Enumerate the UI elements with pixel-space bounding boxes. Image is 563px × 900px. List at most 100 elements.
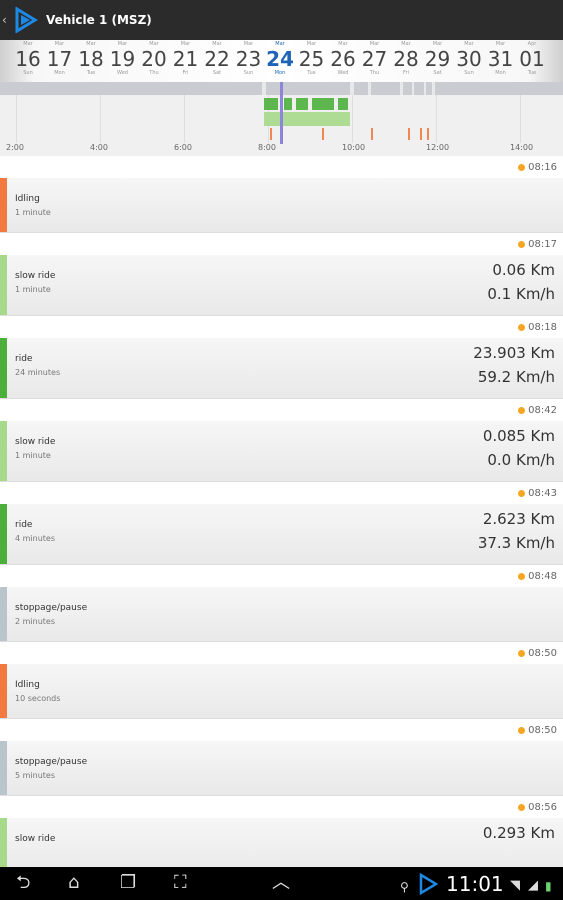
timeline-band-gap [412, 82, 414, 95]
timeline-activity-segment[interactable] [312, 98, 334, 110]
timestamp-text: 08:50 [528, 647, 557, 659]
app-logo-icon[interactable] [12, 7, 38, 33]
app-notification-icon [419, 873, 438, 895]
event-duration: 24 minutes [15, 368, 61, 377]
date-item[interactable]: Mar 22 Sat [201, 40, 233, 76]
event-distance: 23.903 Km [473, 344, 555, 362]
date-day-number: 27 [361, 47, 388, 71]
timestamp-dot-icon [518, 803, 526, 811]
timestamp-text: 08:56 [528, 801, 557, 813]
back-nav-icon[interactable]: ⮌ [16, 873, 30, 893]
date-item[interactable]: Mar 30 Sun [453, 40, 485, 76]
date-day-number: 20 [141, 47, 167, 71]
day-timeline[interactable]: 2:00 4:00 6:00 8:00 10:00 12:00 14:00 [0, 82, 563, 156]
timeline-activity-segment[interactable] [408, 128, 410, 140]
date-item[interactable]: Apr 01 Tue [516, 40, 548, 76]
event-duration: 1 minute [15, 208, 51, 217]
event-duration: 1 minute [15, 285, 51, 294]
date-picker-strip[interactable]: Mar 16 Sun Mar 17 Mon Mar 18 Tue Mar 19 Wed Mar 20 Thu… [0, 40, 563, 82]
screenshot-icon[interactable]: ⛶ [174, 873, 187, 893]
event-timestamp: 08:17 [0, 233, 563, 255]
timeline-hour-gridline [520, 95, 521, 143]
date-item[interactable]: Mar 31 Mon [485, 40, 517, 76]
timeline-band-gap [432, 82, 435, 95]
date-day-number: 29 [424, 47, 451, 71]
event-duration: 4 minutes [15, 534, 56, 543]
date-item[interactable]: Mar 25 Tue [296, 40, 328, 76]
date-day-number: 26 [330, 47, 356, 71]
event-type-label: slow ride [15, 271, 56, 281]
timestamp-dot-icon [518, 489, 526, 497]
timestamp-text: 08:42 [528, 404, 557, 416]
timestamp-dot-icon [518, 323, 526, 331]
timeline-activity-segment[interactable] [264, 98, 278, 110]
event-type-color-bar [0, 338, 7, 398]
event-row[interactable]: stoppage/pause 2 minutes [0, 587, 563, 642]
timeline-activity-segment[interactable] [420, 128, 422, 140]
timestamp-text: 08:18 [528, 321, 557, 333]
event-row[interactable]: ride 4 minutes 2.623 Km 37.3 Km/h [0, 504, 563, 565]
date-day-number: 21 [172, 47, 199, 71]
event-type-color-bar [0, 255, 7, 315]
event-row[interactable]: Idling 1 minute [0, 178, 563, 233]
event-row[interactable]: slow ride 1 minute 0.06 Km 0.1 Km/h [0, 255, 563, 316]
timeline-activity-segment[interactable] [296, 98, 308, 110]
date-item-selected[interactable]: Mar 24 Mon [264, 40, 296, 76]
event-distance: 0.293 Km [482, 824, 555, 842]
event-type-label: Idling [15, 680, 40, 690]
event-type-color-bar [0, 741, 7, 795]
timestamp-dot-icon [518, 240, 526, 248]
timeline-activity-segment[interactable] [427, 128, 429, 140]
timeline-hour-gridline [16, 95, 17, 143]
date-item[interactable]: Mar 27 Thu [359, 40, 391, 76]
battery-icon: ▮ [545, 879, 552, 893]
timeline-hour-label: 8:00 [258, 143, 276, 152]
event-average-speed: 37.3 Km/h [477, 534, 555, 552]
timeline-activity-segment[interactable] [322, 128, 324, 140]
date-day-number: 23 [235, 47, 262, 71]
timeline-hour-gridline [184, 95, 185, 143]
event-distance: 0.06 Km [492, 261, 555, 279]
page-title: Vehicle 1 (MSZ) [46, 13, 152, 27]
system-navigation-bar: ⮌ ⌂ ❐ ⛶ ︿ ⚲ 11:01 ◥ ◢ ▮ [0, 867, 563, 900]
date-item[interactable]: Mar 23 Sun [233, 40, 265, 76]
event-row[interactable]: ride 24 minutes 23.903 Km 59.2 Km/h [0, 338, 563, 399]
timeline-activity-segment[interactable] [270, 128, 272, 140]
expand-up-icon[interactable]: ︿ [272, 873, 290, 893]
date-item[interactable]: Mar 28 Fri [390, 40, 422, 76]
date-item[interactable]: Mar 17 Mon [44, 40, 76, 76]
event-duration: 5 minutes [15, 771, 56, 780]
event-average-speed: 0.1 Km/h [487, 285, 555, 303]
timeline-activity-segment[interactable] [284, 98, 292, 110]
timestamp-dot-icon [518, 726, 526, 734]
event-timestamp: 08:16 [0, 156, 563, 178]
event-duration: 2 minutes [15, 617, 56, 626]
timeline-activity-segment[interactable] [371, 128, 373, 140]
timeline-cursor[interactable] [280, 82, 283, 144]
timeline-hour-gridline [100, 95, 101, 143]
recent-apps-icon[interactable]: ❐ [120, 873, 136, 893]
timestamp-text: 08:50 [528, 724, 557, 736]
event-list[interactable]: 08:16 Idling 1 minute 08:17 slow ride 1 minut… [0, 156, 563, 867]
date-item[interactable]: Mar 16 Sun [12, 40, 44, 76]
event-row[interactable]: slow ride 1 minute 0.085 Km 0.0 Km/h [0, 421, 563, 482]
event-timestamp: 08:18 [0, 316, 563, 338]
date-item[interactable]: Mar 21 Fri [170, 40, 202, 76]
timeline-hour-label: 14:00 [510, 143, 534, 152]
date-item[interactable]: Mar 18 Tue [75, 40, 107, 76]
timeline-hour-gridline [352, 95, 353, 143]
timeline-band-gap [350, 82, 354, 95]
date-item[interactable]: Mar 29 Sat [422, 40, 454, 76]
home-icon[interactable]: ⌂ [68, 873, 79, 893]
event-row[interactable]: stoppage/pause 5 minutes [0, 741, 563, 796]
back-icon[interactable]: ‹ [2, 13, 10, 27]
date-item[interactable]: Mar 26 Wed [327, 40, 359, 76]
event-row[interactable]: Idling 10 seconds [0, 664, 563, 719]
event-type-label: slow ride [15, 834, 56, 844]
timeline-activity-segment[interactable] [264, 112, 350, 126]
date-item[interactable]: Mar 19 Wed [107, 40, 139, 76]
event-row[interactable]: slow ride 0.293 Km [0, 818, 563, 867]
timeline-activity-segment[interactable] [338, 98, 348, 110]
timestamp-dot-icon [518, 163, 526, 171]
date-item[interactable]: Mar 20 Thu [138, 40, 170, 76]
